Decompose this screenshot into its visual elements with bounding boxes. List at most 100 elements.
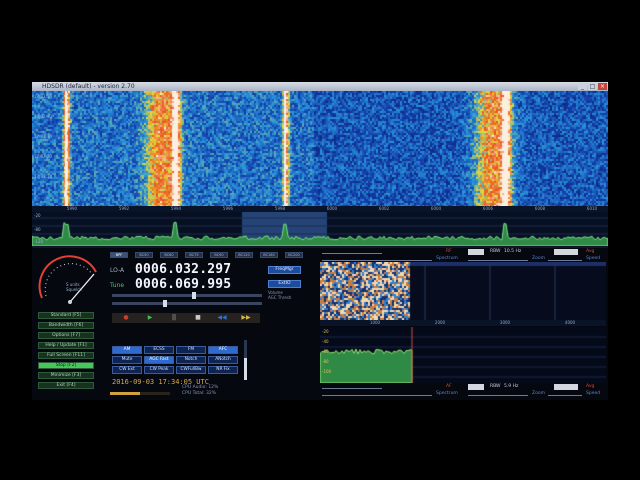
zoom-tick: 3000 — [499, 320, 511, 325]
band-tab[interactable]: BC60 — [160, 252, 178, 258]
volume-slider[interactable] — [112, 292, 262, 299]
transport-button[interactable]: ▶▶ — [235, 314, 257, 322]
divider — [32, 246, 608, 248]
menu-button[interactable]: Full Screen [F11] — [38, 352, 94, 359]
menu-button[interactable]: Help / Update [F1] — [38, 342, 94, 349]
avg-label: Avg — [586, 249, 595, 254]
close-button[interactable]: × — [598, 83, 607, 90]
slider-knob[interactable] — [163, 300, 168, 307]
zoom-label: Zoom — [532, 391, 545, 396]
level-slider[interactable] — [322, 395, 432, 396]
level-slider[interactable] — [322, 260, 432, 261]
scale-label: -80 — [34, 227, 41, 232]
video-frame: HDSDR (default) - version 2.70 _ □ × 17:… — [0, 0, 640, 480]
band-tab[interactable]: BC160 — [260, 252, 278, 258]
band-tab[interactable]: BC50 — [135, 252, 153, 258]
mode-button[interactable]: Mute — [112, 356, 142, 364]
speed-slider[interactable] — [548, 260, 582, 261]
transport-button[interactable]: ◀◀ — [211, 314, 233, 322]
band-tab[interactable]: BC120 — [235, 252, 253, 258]
zoom-spectrum[interactable] — [320, 327, 606, 383]
rf-slider[interactable] — [322, 253, 382, 254]
rbw-label: RBW — [490, 384, 501, 389]
slider-knob[interactable] — [192, 292, 197, 299]
af-box[interactable] — [468, 384, 484, 390]
lo-label: LO-A — [110, 267, 125, 274]
zoom-frequency-axis[interactable]: 1000 2000 3000 4000 — [320, 320, 606, 326]
time-label: 17:33:20 — [34, 154, 52, 159]
mode-button[interactable]: CWFullBw — [176, 366, 206, 374]
s-meter: S units Squelch — [36, 254, 102, 306]
af-slider[interactable] — [322, 388, 382, 389]
maximize-button[interactable]: □ — [588, 83, 597, 90]
zoom-tick: 1000 — [369, 320, 381, 325]
mode-button[interactable]: AM — [112, 346, 142, 354]
cpu-audio: CPU Audio: 12% — [182, 385, 219, 390]
time-label: 17:33:50 — [34, 94, 52, 99]
zoom-label: Zoom — [532, 256, 545, 261]
band-tab[interactable]: BPF — [110, 252, 128, 258]
speed-label: Speed — [586, 256, 601, 261]
minimize-button[interactable]: _ — [578, 83, 587, 90]
band-tab[interactable]: BC200 — [285, 252, 303, 258]
zoom-scale-label: -40 — [322, 339, 329, 344]
mode-button[interactable]: ECSS — [144, 346, 174, 354]
main-spectrum[interactable] — [32, 212, 608, 246]
window-title: HDSDR (default) - version 2.70 — [42, 83, 135, 90]
mode-button[interactable]: Notch — [176, 356, 206, 364]
cpu-total: CPU Total: 32% — [182, 391, 217, 396]
rf-box[interactable] — [468, 249, 484, 255]
rbw-value: 10.5 Hz — [504, 249, 522, 254]
zoom-tick: 2000 — [434, 320, 446, 325]
extio-button[interactable]: ExtIO — [268, 280, 301, 288]
transport-button[interactable]: ■ — [187, 314, 209, 322]
time-label: 17:33:40 — [34, 114, 52, 119]
hdsdr-window: HDSDR (default) - version 2.70 _ □ × 17:… — [32, 82, 608, 400]
rf-label: RF — [446, 249, 452, 254]
audio-level-bar — [244, 340, 247, 380]
rbw-select[interactable] — [554, 384, 578, 390]
freqmgr-button[interactable]: FreqMgr — [268, 266, 301, 274]
zoom-scale-label: -100 — [322, 369, 332, 374]
transport-button[interactable]: ▶ — [139, 314, 161, 322]
mode-button[interactable]: NR Fix — [208, 366, 238, 374]
recorder-controls: ● ▶ || ■ ◀◀ ▶▶ — [112, 313, 260, 323]
mode-button[interactable]: AFC — [208, 346, 238, 354]
lo-frequency[interactable]: 0006.032.297 — [135, 262, 231, 277]
scale-label: -20 — [34, 213, 41, 218]
mode-button[interactable]: AGC Fast — [144, 356, 174, 364]
zoom-slider[interactable] — [468, 395, 528, 396]
agc-slider[interactable] — [112, 300, 262, 307]
transport-button[interactable]: ● — [115, 314, 137, 322]
zoom-slider[interactable] — [468, 260, 528, 261]
tune-frequency[interactable]: 0006.069.995 — [135, 277, 231, 292]
speed-slider[interactable] — [548, 395, 582, 396]
band-tab[interactable]: BC90 — [210, 252, 228, 258]
menu-button[interactable]: Exit [F4] — [38, 382, 94, 389]
mode-button[interactable]: ANotch — [208, 356, 238, 364]
menu-button[interactable]: Standard [F5] — [38, 312, 94, 319]
rbw-select[interactable] — [554, 249, 578, 255]
band-tab[interactable]: BC75 — [185, 252, 203, 258]
zoom-tick: 4000 — [564, 320, 576, 325]
menu-button[interactable]: Bandwidth [F6] — [38, 322, 94, 329]
af-label: AF — [446, 384, 452, 389]
af-controls-2: Spectrum Zoom Speed — [318, 391, 608, 400]
menu-button[interactable]: Minimize [F3] — [38, 372, 94, 379]
tune-label: Tune — [110, 282, 125, 289]
agc-thresh-label: AGC Thresh — [268, 295, 292, 300]
scale-label: -120 — [34, 239, 44, 244]
rbw-label: RBW — [490, 249, 501, 254]
band-tabs: BPF BC50 BC60 BC75 BC90 BC120 BC160 BC200 — [110, 252, 310, 259]
menu-button[interactable]: Stop [F2] — [38, 362, 94, 369]
main-waterfall[interactable] — [32, 91, 608, 206]
mode-button[interactable]: CW Ext — [112, 366, 142, 374]
transport-button[interactable]: || — [163, 314, 185, 322]
rbw-value: 5.9 Hz — [504, 384, 519, 389]
cpu-bar-fill — [110, 392, 140, 395]
mode-button[interactable]: FM — [176, 346, 206, 354]
zoom-waterfall[interactable] — [320, 262, 606, 320]
menu-button[interactable]: Options [F7] — [38, 332, 94, 339]
zoom-scale-label: -20 — [322, 329, 329, 334]
mode-button[interactable]: CW Peak — [144, 366, 174, 374]
